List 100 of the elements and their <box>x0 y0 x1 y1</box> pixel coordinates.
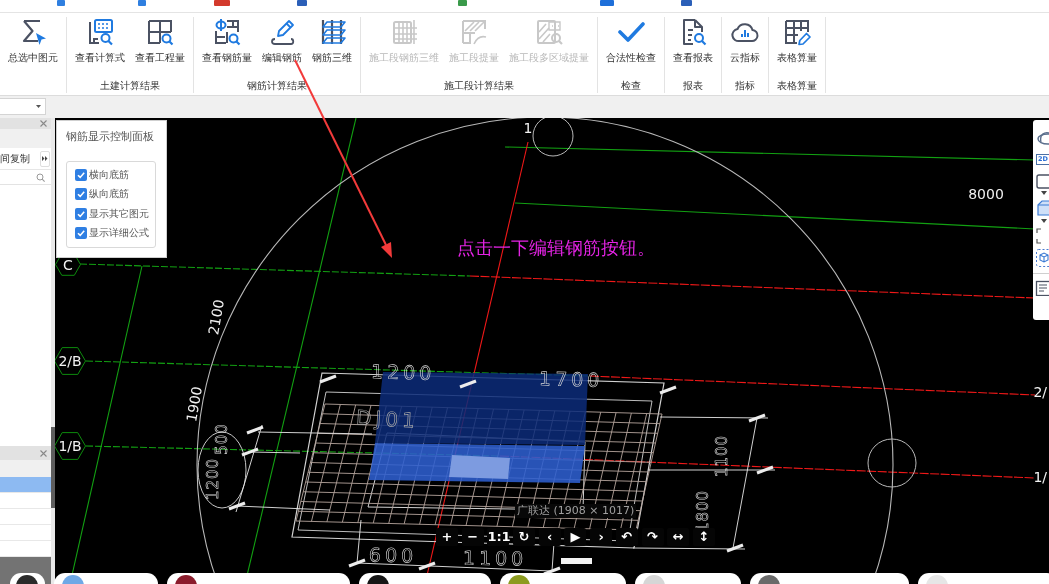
tick-icon <box>76 228 86 239</box>
panel-title: 钢筋显示控制面板 <box>66 130 155 144</box>
list-icon[interactable] <box>1035 280 1049 296</box>
dimension-text: 1100 <box>462 546 528 570</box>
summary-button[interactable]: 总选中图元 <box>3 18 63 64</box>
checkbox-label: 显示详细公式 <box>89 227 149 240</box>
checkbox[interactable] <box>75 168 87 181</box>
keypad-search-icon <box>86 18 114 46</box>
box-icon[interactable] <box>1035 173 1049 189</box>
profile-card[interactable] <box>359 573 491 584</box>
group-label: 施工段计算结果 <box>443 79 515 93</box>
next-button[interactable]: › <box>590 528 613 546</box>
dimension-text: 1100 <box>713 434 731 478</box>
checkbox[interactable] <box>75 207 87 220</box>
tick-icon <box>76 169 86 180</box>
play-button[interactable]: ▶ <box>564 528 587 546</box>
close-icon[interactable] <box>40 449 47 457</box>
axis-label: 1/B <box>58 438 82 454</box>
caret-icon[interactable] <box>1041 219 1047 223</box>
redo-button[interactable]: ↷ <box>641 528 664 546</box>
checkbox[interactable] <box>75 188 87 201</box>
tick-icon <box>76 208 86 219</box>
undo-button[interactable]: ↶ <box>615 528 638 546</box>
group-label: 检查 <box>620 79 642 93</box>
view-quantity-button[interactable]: 查看工程量 <box>130 18 190 64</box>
dimension-tick <box>726 543 744 553</box>
rebar-search-icon <box>213 18 241 46</box>
group-label: 报表 <box>682 79 704 93</box>
rebar-grid-icon <box>390 18 418 46</box>
validity-check-button[interactable]: 合法性检查 <box>601 18 661 64</box>
zoom-out-button[interactable]: − <box>461 528 484 546</box>
dimension-tick <box>348 558 366 568</box>
checkbox-label: 纵向底筋 <box>89 188 129 201</box>
hatched-frame-icon <box>460 18 488 46</box>
splitter-handle[interactable] <box>51 427 55 508</box>
group-label: 钢筋计算结果 <box>246 79 308 93</box>
table-quantity-button[interactable]: 表格算量 <box>772 18 822 64</box>
axis-bubble <box>55 432 86 460</box>
profile-card[interactable] <box>635 573 741 584</box>
pencil-icon <box>268 18 296 46</box>
dimension-text: 2100 <box>205 298 228 337</box>
dimension-text: 1200 <box>204 457 222 501</box>
rotate-button[interactable]: ↻ <box>513 528 536 546</box>
cloud-index-button[interactable]: 云指标 <box>725 18 765 64</box>
partial-icon <box>138 0 146 6</box>
partial-icon <box>600 0 614 6</box>
list-header <box>0 460 51 477</box>
grid-pencil-icon <box>783 18 811 46</box>
fit-width-button[interactable]: ↔ <box>667 528 690 546</box>
element-label: DJ01 <box>355 405 420 433</box>
dimension-text: 500 <box>213 423 231 455</box>
group-label: 表格算量 <box>776 79 818 93</box>
axis-label: 1 <box>523 120 533 136</box>
dropdown-field[interactable] <box>0 98 46 115</box>
axis-label: C <box>63 257 73 273</box>
dimension-text: 1700 <box>538 366 604 392</box>
dimension-tick <box>459 379 477 389</box>
rebar-3d-button[interactable]: 钢筋三维 <box>307 18 357 64</box>
dimension-text: 8000 <box>968 186 1004 202</box>
previous-button[interactable]: ‹ <box>538 528 561 546</box>
partial-icon <box>297 0 307 6</box>
group-label: 土建计算结果 <box>99 79 161 93</box>
axis-label: 2/ <box>1033 384 1047 400</box>
profile-card[interactable] <box>167 573 350 584</box>
actual-size-button[interactable]: 1:1 <box>487 528 510 546</box>
hatched-grid-search-icon <box>535 18 563 46</box>
cube-icon[interactable] <box>1035 248 1049 268</box>
view-formula-button[interactable]: 查看计算式 <box>70 18 130 64</box>
checkbox-label: 横向底筋 <box>89 168 129 181</box>
annotation-text: 点击一下编辑钢筋按钮。 <box>457 238 655 258</box>
view-rebar-quantity-button[interactable]: 查看钢筋量 <box>197 18 257 64</box>
checkbox[interactable] <box>75 227 87 240</box>
axis-label: 2/B <box>58 353 82 369</box>
orbit-icon[interactable] <box>1035 130 1049 146</box>
expand-button[interactable] <box>40 150 50 167</box>
dimension-tick <box>756 465 774 475</box>
axis-circle <box>867 438 917 488</box>
profile-card[interactable] <box>750 573 909 584</box>
checkbox-label: 显示其它图元 <box>89 207 149 220</box>
zoom-in-button[interactable]: + <box>436 528 458 546</box>
dimension-tick <box>319 374 337 384</box>
axis-bubble <box>55 347 86 375</box>
dimension-tick <box>748 413 766 423</box>
close-icon[interactable] <box>40 120 47 127</box>
fit-height-button[interactable]: ↕ <box>692 528 715 546</box>
profile-card[interactable] <box>500 573 626 584</box>
partial-icon <box>681 0 692 6</box>
view-report-button[interactable]: 查看报表 <box>668 18 718 64</box>
search-field[interactable] <box>0 170 51 185</box>
dimension-text: 1900 <box>183 385 206 424</box>
profile-card[interactable] <box>10 573 45 584</box>
axis-label: 1/ <box>1033 469 1047 485</box>
dimension-tick <box>659 385 677 395</box>
dimension-text: 1200 <box>370 359 436 385</box>
caret-icon[interactable] <box>1041 191 1047 195</box>
dimension-tick <box>241 447 259 457</box>
partial-icon <box>57 0 65 6</box>
profile-card[interactable] <box>54 573 158 584</box>
toolbar-text: 间复制 <box>0 152 30 165</box>
small-tag <box>561 558 592 564</box>
